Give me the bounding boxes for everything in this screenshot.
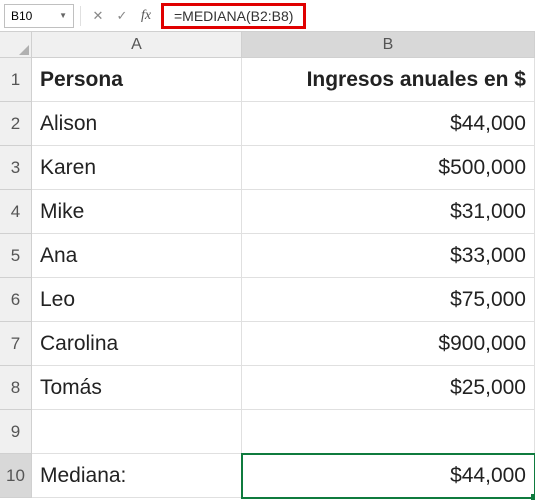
formula-bar: B10 ▼ ✕ ✓ fx =MEDIANA(B2:B8) (0, 0, 535, 32)
cell-a2[interactable]: Alison (32, 102, 242, 146)
cancel-icon[interactable]: ✕ (87, 5, 109, 27)
cell-b7[interactable]: $900,000 (242, 322, 535, 366)
row-header[interactable]: 6 (0, 278, 32, 322)
cell-b2[interactable]: $44,000 (242, 102, 535, 146)
row-header[interactable]: 1 (0, 58, 32, 102)
row-header[interactable]: 5 (0, 234, 32, 278)
row-header[interactable]: 3 (0, 146, 32, 190)
cell-b3[interactable]: $500,000 (242, 146, 535, 190)
row-header[interactable]: 9 (0, 410, 32, 454)
row-header[interactable]: 4 (0, 190, 32, 234)
cell-a5[interactable]: Ana (32, 234, 242, 278)
fx-icon[interactable]: fx (135, 5, 157, 27)
cell-b4[interactable]: $31,000 (242, 190, 535, 234)
row-header[interactable]: 2 (0, 102, 32, 146)
col-header-b[interactable]: B (242, 32, 535, 58)
cell-b9[interactable] (242, 410, 535, 454)
cell-b5[interactable]: $33,000 (242, 234, 535, 278)
check-icon[interactable]: ✓ (111, 5, 133, 27)
cell-a6[interactable]: Leo (32, 278, 242, 322)
separator (80, 6, 81, 26)
name-box[interactable]: B10 ▼ (4, 4, 74, 28)
cell-a3[interactable]: Karen (32, 146, 242, 190)
name-box-value: B10 (11, 9, 32, 23)
chevron-down-icon: ▼ (59, 11, 67, 20)
row-header[interactable]: 10 (0, 454, 32, 498)
cell-b8[interactable]: $25,000 (242, 366, 535, 410)
select-all-corner[interactable] (0, 32, 32, 58)
cell-a8[interactable]: Tomás (32, 366, 242, 410)
cell-a9[interactable] (32, 410, 242, 454)
cell-a1[interactable]: Persona (32, 58, 242, 102)
cell-b6[interactable]: $75,000 (242, 278, 535, 322)
cell-a10[interactable]: Mediana: (32, 454, 242, 498)
row-header[interactable]: 7 (0, 322, 32, 366)
cell-a4[interactable]: Mike (32, 190, 242, 234)
spreadsheet-grid: A B 1 Persona Ingresos anuales en $ 2 Al… (0, 32, 535, 498)
formula-text: =MEDIANA(B2:B8) (174, 8, 293, 24)
cell-a7[interactable]: Carolina (32, 322, 242, 366)
formula-input[interactable]: =MEDIANA(B2:B8) (161, 3, 306, 29)
cell-b10-selected[interactable]: $44,000 (242, 454, 535, 498)
row-header[interactable]: 8 (0, 366, 32, 410)
col-header-a[interactable]: A (32, 32, 242, 58)
cell-b1[interactable]: Ingresos anuales en $ (242, 58, 535, 102)
